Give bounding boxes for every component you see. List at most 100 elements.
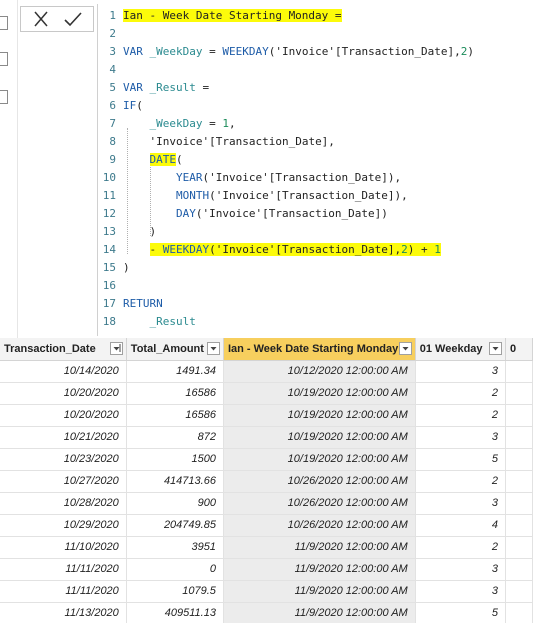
table-cell[interactable]: 1500 bbox=[126, 448, 224, 471]
table-cell[interactable] bbox=[505, 602, 533, 623]
table-cell[interactable]: 10/20/2020 bbox=[0, 382, 127, 405]
dropdown-icon[interactable] bbox=[489, 342, 502, 355]
table-row[interactable]: 11/10/2020 3951 11/9/2020 12:00:00 AM 2 bbox=[0, 536, 533, 559]
code-line[interactable]: 6 IF( bbox=[98, 97, 533, 115]
column-header[interactable]: Transaction_Date bbox=[0, 338, 127, 361]
code-line[interactable]: 13 ) bbox=[98, 223, 533, 241]
table-row[interactable]: 11/11/2020 1079.5 11/9/2020 12:00:00 AM 3 bbox=[0, 580, 533, 603]
table-cell[interactable]: 10/14/2020 bbox=[0, 360, 127, 383]
code-line[interactable]: 8 'Invoice'[Transaction_Date], bbox=[98, 133, 533, 151]
table-cell[interactable]: 10/12/2020 12:00:00 AM bbox=[223, 360, 416, 383]
table-cell[interactable] bbox=[505, 492, 533, 515]
table-cell[interactable]: 10/19/2020 12:00:00 AM bbox=[223, 404, 416, 427]
table-cell[interactable]: 11/11/2020 bbox=[0, 580, 127, 603]
table-cell[interactable]: 3 bbox=[415, 492, 507, 515]
table-cell[interactable]: 5 bbox=[415, 602, 507, 623]
cancel-formula-button[interactable] bbox=[29, 9, 53, 29]
table-cell[interactable]: 10/21/2020 bbox=[0, 426, 127, 449]
code-line[interactable]: 16 bbox=[98, 277, 533, 295]
table-cell[interactable]: 10/20/2020 bbox=[0, 404, 127, 427]
table-cell[interactable]: 1079.5 bbox=[126, 580, 224, 603]
table-cell[interactable]: 10/23/2020 bbox=[0, 448, 127, 471]
table-row[interactable]: 11/13/2020 409511.13 11/9/2020 12:00:00 AM… bbox=[0, 602, 533, 623]
column-header[interactable]: 0 bbox=[505, 338, 533, 361]
table-cell[interactable]: 11/11/2020 bbox=[0, 558, 127, 581]
table-cell[interactable] bbox=[505, 536, 533, 559]
table-cell[interactable]: 10/27/2020 bbox=[0, 470, 127, 493]
code-line[interactable]: 4 bbox=[98, 61, 533, 79]
table-cell[interactable]: 10/26/2020 12:00:00 AM bbox=[223, 514, 416, 537]
report-view-icon[interactable] bbox=[0, 16, 8, 30]
data-view-icon[interactable] bbox=[0, 52, 8, 66]
table-cell[interactable] bbox=[505, 558, 533, 581]
code-line[interactable]: 14 - WEEKDAY('Invoice'[Transaction_Date]… bbox=[98, 241, 533, 259]
table-row[interactable]: 10/27/2020 414713.66 10/26/2020 12:00:00 A… bbox=[0, 470, 533, 493]
table-cell[interactable]: 3 bbox=[415, 360, 507, 383]
table-cell[interactable]: 4 bbox=[415, 514, 507, 537]
table-cell[interactable] bbox=[505, 514, 533, 537]
table-cell[interactable]: 414713.66 bbox=[126, 470, 224, 493]
table-cell[interactable]: 872 bbox=[126, 426, 224, 449]
table-cell[interactable]: 409511.13 bbox=[126, 602, 224, 623]
column-header[interactable]: Total_Amount bbox=[126, 338, 224, 361]
table-cell[interactable]: 204749.85 bbox=[126, 514, 224, 537]
table-cell[interactable] bbox=[505, 448, 533, 471]
table-cell[interactable]: 11/9/2020 12:00:00 AM bbox=[223, 536, 416, 559]
table-row[interactable]: 10/21/2020 872 10/19/2020 12:00:00 AM 3 bbox=[0, 426, 533, 449]
table-cell[interactable] bbox=[505, 470, 533, 493]
code-line[interactable]: 11 MONTH('Invoice'[Transaction_Date]), bbox=[98, 187, 533, 205]
code-line[interactable]: 5 VAR _Result = bbox=[98, 79, 533, 97]
code-line[interactable]: 17 RETURN bbox=[98, 295, 533, 313]
model-view-icon[interactable] bbox=[0, 90, 8, 104]
table-cell[interactable] bbox=[505, 404, 533, 427]
table-row[interactable]: 10/20/2020 16586 10/19/2020 12:00:00 AM 2 bbox=[0, 404, 533, 427]
table-cell[interactable]: 2 bbox=[415, 404, 507, 427]
code-line[interactable]: 2 bbox=[98, 25, 533, 43]
table-row[interactable]: 10/14/2020 1491.34 10/12/2020 12:00:00 AM 3 bbox=[0, 360, 533, 383]
table-cell[interactable]: 11/13/2020 bbox=[0, 602, 127, 623]
table-cell[interactable]: 10/19/2020 12:00:00 AM bbox=[223, 426, 416, 449]
table-row[interactable]: 10/29/2020 204749.85 10/26/2020 12:00:00 A… bbox=[0, 514, 533, 537]
table-cell[interactable]: 3 bbox=[415, 580, 507, 603]
commit-formula-button[interactable] bbox=[61, 9, 85, 29]
dropdown-icon[interactable] bbox=[398, 342, 412, 355]
table-row[interactable]: 11/11/2020 0 11/9/2020 12:00:00 AM 3 bbox=[0, 558, 533, 581]
table-cell[interactable]: 16586 bbox=[126, 382, 224, 405]
code-line[interactable]: 10 YEAR('Invoice'[Transaction_Date]), bbox=[98, 169, 533, 187]
table-cell[interactable]: 10/26/2020 12:00:00 AM bbox=[223, 492, 416, 515]
code-line[interactable]: 18 _Result bbox=[98, 313, 533, 331]
table-cell[interactable]: 3 bbox=[415, 426, 507, 449]
table-cell[interactable] bbox=[505, 426, 533, 449]
code-line[interactable]: 9 DATE( bbox=[98, 151, 533, 169]
table-cell[interactable]: 3 bbox=[415, 558, 507, 581]
table-cell[interactable]: 10/26/2020 12:00:00 AM bbox=[223, 470, 416, 493]
table-cell[interactable]: 10/29/2020 bbox=[0, 514, 127, 537]
table-cell[interactable]: 2 bbox=[415, 382, 507, 405]
sort-filter-icon[interactable] bbox=[109, 342, 123, 355]
code-line[interactable]: 1 Ian - Week Date Starting Monday = bbox=[98, 7, 533, 25]
table-cell[interactable]: 11/9/2020 12:00:00 AM bbox=[223, 580, 416, 603]
code-line[interactable]: 3 VAR _WeekDay = WEEKDAY('Invoice'[Transa… bbox=[98, 43, 533, 61]
table-cell[interactable]: 3951 bbox=[126, 536, 224, 559]
code-line[interactable]: 12 DAY('Invoice'[Transaction_Date]) bbox=[98, 205, 533, 223]
table-cell[interactable]: 11/10/2020 bbox=[0, 536, 127, 559]
table-cell[interactable] bbox=[505, 360, 533, 383]
code-line[interactable]: 7 _WeekDay = 1, bbox=[98, 115, 533, 133]
table-cell[interactable]: 2 bbox=[415, 470, 507, 493]
table-cell[interactable]: 0 bbox=[126, 558, 224, 581]
table-row[interactable]: 10/28/2020 900 10/26/2020 12:00:00 AM 3 bbox=[0, 492, 533, 515]
code-line[interactable]: 15) bbox=[98, 259, 533, 277]
table-cell[interactable] bbox=[505, 382, 533, 405]
table-cell[interactable]: 11/9/2020 12:00:00 AM bbox=[223, 558, 416, 581]
table-cell[interactable]: 10/19/2020 12:00:00 AM bbox=[223, 382, 416, 405]
dropdown-icon[interactable] bbox=[206, 342, 220, 355]
column-header[interactable]: Ian - Week Date Starting Monday bbox=[223, 338, 416, 361]
table-cell[interactable]: 2 bbox=[415, 536, 507, 559]
table-row[interactable]: 10/20/2020 16586 10/19/2020 12:00:00 AM 2 bbox=[0, 382, 533, 405]
table-cell[interactable]: 10/19/2020 12:00:00 AM bbox=[223, 448, 416, 471]
table-cell[interactable] bbox=[505, 580, 533, 603]
table-cell[interactable]: 900 bbox=[126, 492, 224, 515]
table-cell[interactable]: 5 bbox=[415, 448, 507, 471]
table-row[interactable]: 10/23/2020 1500 10/19/2020 12:00:00 AM 5 bbox=[0, 448, 533, 471]
table-cell[interactable]: 1491.34 bbox=[126, 360, 224, 383]
